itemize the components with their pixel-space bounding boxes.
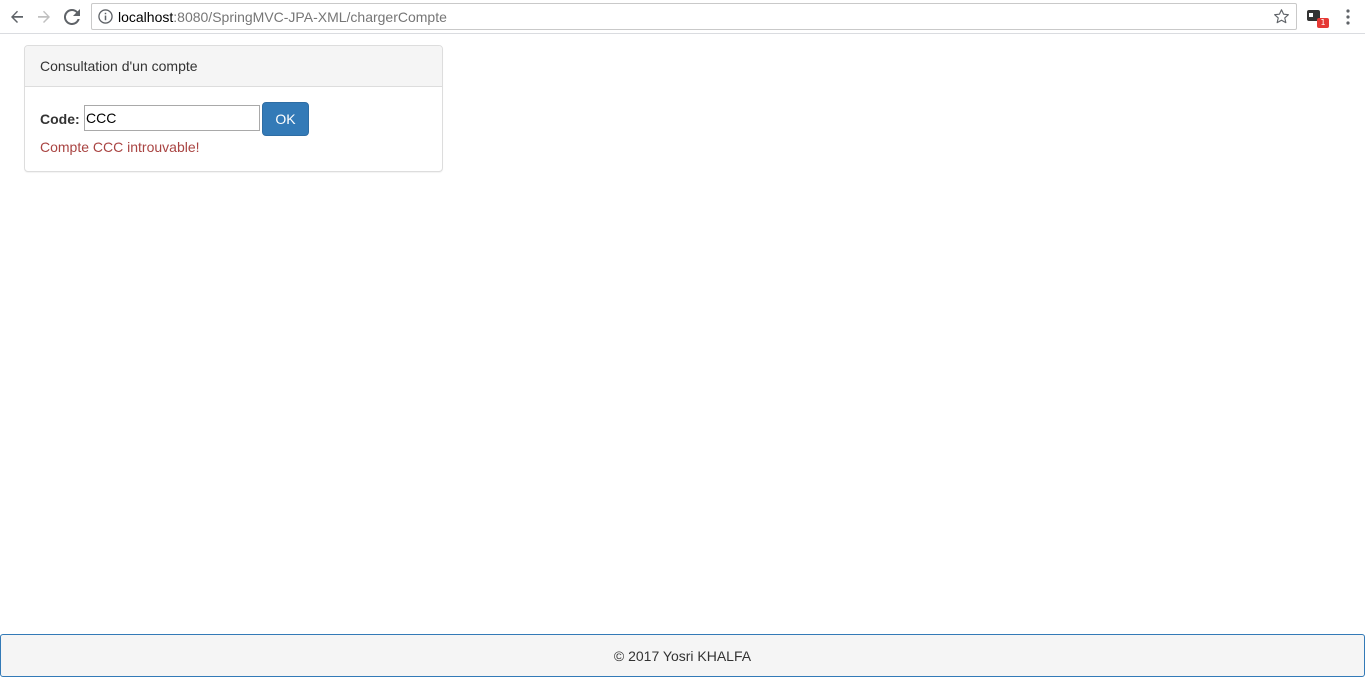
back-button[interactable] xyxy=(5,5,29,29)
code-input[interactable] xyxy=(84,105,260,131)
page-footer: © 2017 Yosri KHALFA xyxy=(0,634,1365,677)
address-bar[interactable]: localhost:8080/SpringMVC-JPA-XML/charger… xyxy=(91,3,1297,30)
reload-icon xyxy=(64,9,80,25)
info-icon[interactable] xyxy=(98,9,113,24)
back-arrow-icon xyxy=(11,10,23,23)
panel-heading: Consultation d'un compte xyxy=(25,46,442,87)
code-label: Code: xyxy=(40,111,80,127)
account-lookup-panel: Consultation d'un compte Code: OK Compte… xyxy=(24,45,443,172)
url-path: :8080/SpringMVC-JPA-XML/chargerCompte xyxy=(173,9,447,25)
browser-toolbar: localhost:8080/SpringMVC-JPA-XML/charger… xyxy=(0,0,1365,34)
extension-badge: 1 xyxy=(1317,18,1329,28)
panel-body: Code: OK Compte CCC introuvable! xyxy=(25,87,442,171)
reload-button[interactable] xyxy=(60,5,84,29)
extension-button[interactable]: 1 xyxy=(1306,8,1329,30)
star-icon[interactable] xyxy=(1273,8,1290,25)
ok-button[interactable]: OK xyxy=(262,102,309,136)
browser-menu-button[interactable] xyxy=(1340,8,1356,26)
url-host: localhost xyxy=(118,9,174,25)
error-message: Compte CCC introuvable! xyxy=(40,139,200,155)
forward-arrow-icon xyxy=(38,10,50,23)
kebab-menu-icon xyxy=(1346,9,1350,25)
forward-button[interactable] xyxy=(32,5,56,29)
footer-text: © 2017 Yosri KHALFA xyxy=(613,648,752,664)
url-text: localhost:8080/SpringMVC-JPA-XML/charger… xyxy=(118,9,447,25)
